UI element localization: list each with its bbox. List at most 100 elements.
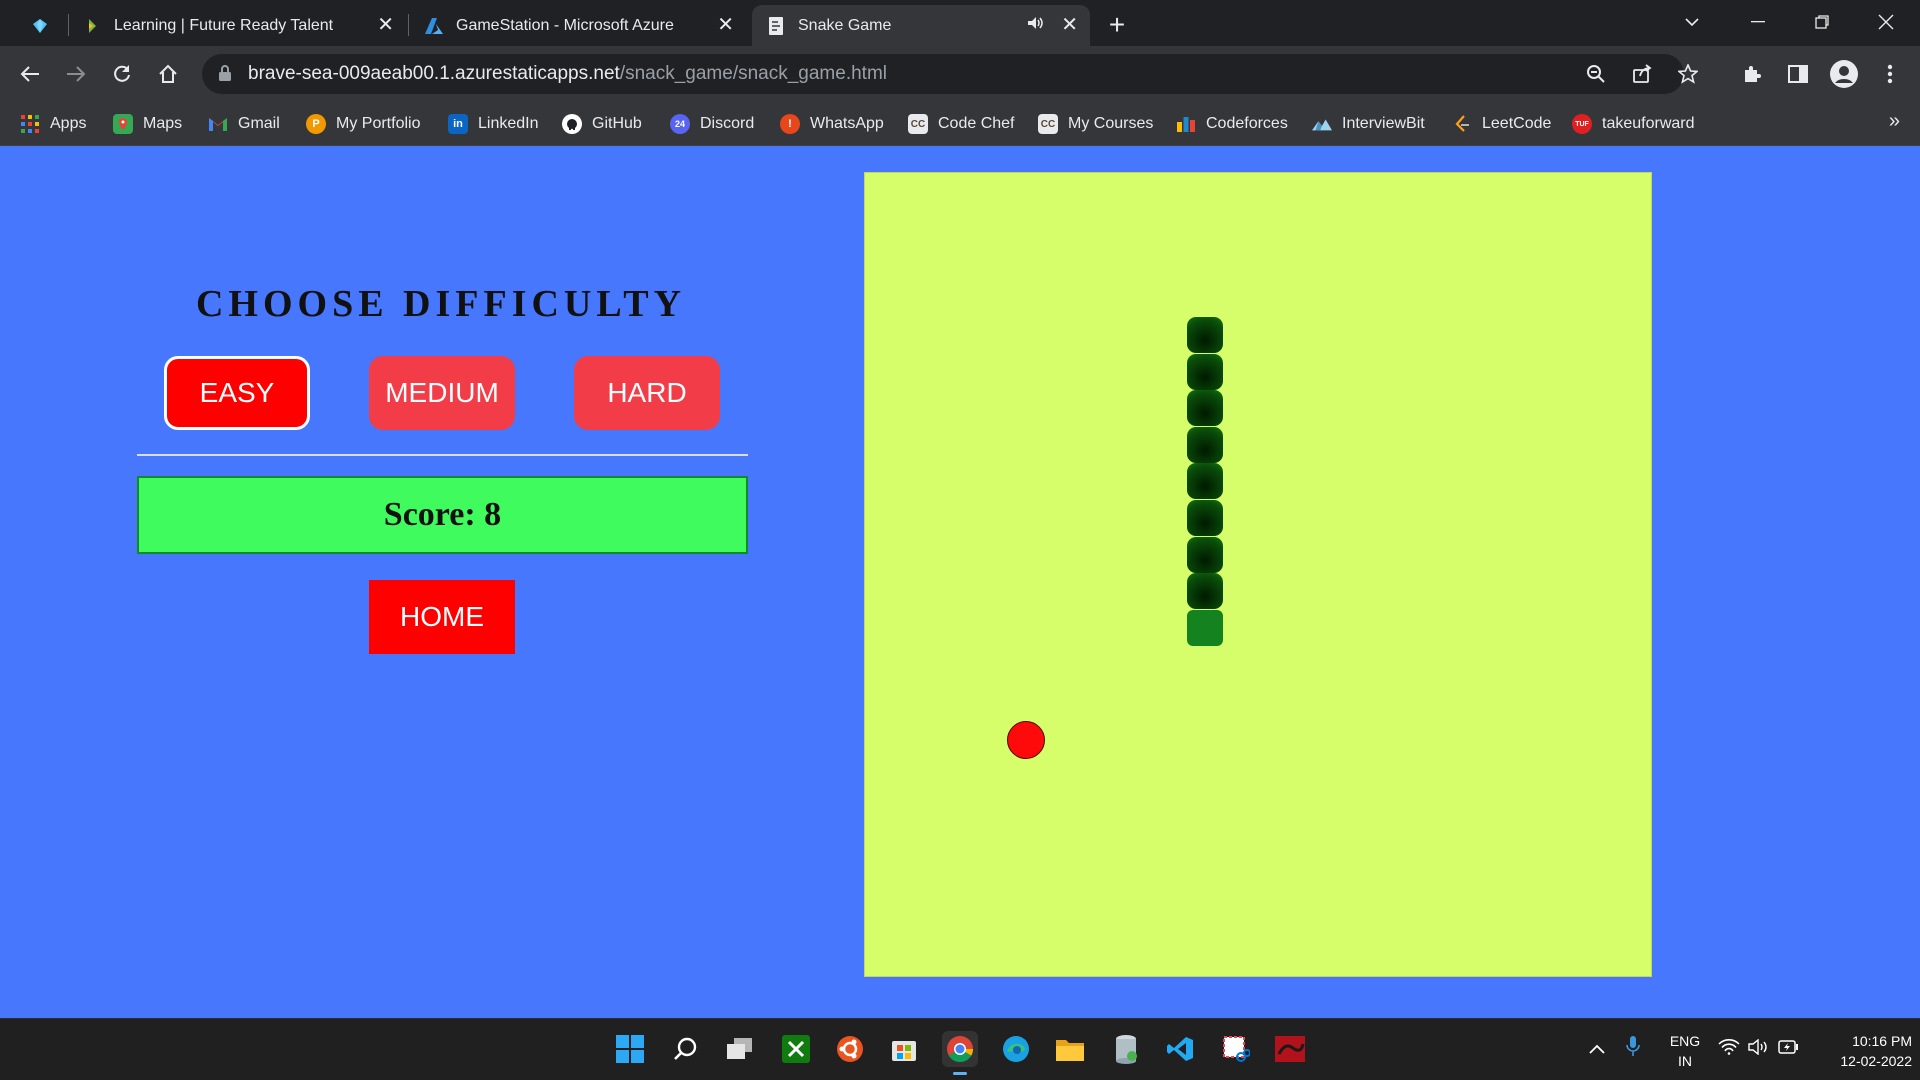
bookmark-discord[interactable]: 24 Discord xyxy=(670,112,754,136)
file-explorer-icon[interactable] xyxy=(1052,1031,1088,1067)
close-icon[interactable]: ✕ xyxy=(717,15,734,35)
app-icon[interactable] xyxy=(1272,1031,1308,1067)
snake-segment xyxy=(1187,609,1223,646)
bookmarks-overflow-icon[interactable]: » xyxy=(1889,110,1900,133)
codeforces-icon xyxy=(1176,114,1196,134)
forward-icon[interactable] xyxy=(60,58,92,90)
snake-segment xyxy=(1187,500,1223,536)
food-apple xyxy=(1007,721,1045,759)
diamond-icon xyxy=(30,16,50,36)
bookmark-linkedin[interactable]: in LinkedIn xyxy=(448,112,539,136)
minimize-icon[interactable] xyxy=(1728,0,1788,44)
bookmark-takeuforward[interactable]: TUF takeuforward xyxy=(1572,112,1695,136)
bookmark-leetcode[interactable]: LeetCode xyxy=(1452,112,1551,136)
snake-segment xyxy=(1187,353,1223,390)
tab-search-icon[interactable] xyxy=(1662,0,1722,44)
tray-overflow-icon[interactable] xyxy=(1588,1039,1606,1060)
language-text: ENG xyxy=(1669,1033,1701,1049)
notepad-icon[interactable] xyxy=(1108,1031,1144,1067)
bookmark-star-icon[interactable] xyxy=(1676,62,1700,86)
side-panel-icon[interactable] xyxy=(1782,58,1814,90)
medium-button[interactable]: MEDIUM xyxy=(369,356,515,430)
tab-snake-game[interactable]: Snake Game ✕ xyxy=(752,5,1090,46)
bookmark-my-courses[interactable]: CC My Courses xyxy=(1038,112,1153,136)
store-icon[interactable] xyxy=(886,1031,922,1067)
profile-avatar-icon[interactable] xyxy=(1828,58,1860,90)
apps-grid-icon xyxy=(20,114,40,134)
game-board[interactable] xyxy=(864,172,1652,977)
url-path: /snack_game/snack_game.html xyxy=(619,63,887,84)
xbox-icon[interactable] xyxy=(778,1031,814,1067)
bookmark-label: My Portfolio xyxy=(336,115,421,132)
linkedin-icon: in xyxy=(448,114,468,134)
restore-icon[interactable] xyxy=(1792,0,1852,44)
volume-icon[interactable] xyxy=(1748,1038,1770,1060)
bookmark-code-chef[interactable]: CC Code Chef xyxy=(908,112,1015,136)
bookmark-label: Maps xyxy=(143,115,183,132)
new-tab-button[interactable]: + xyxy=(1100,8,1134,42)
bookmark-my-portfolio[interactable]: P My Portfolio xyxy=(306,112,420,136)
time-text: 10:16 PM xyxy=(1852,1033,1912,1049)
bookmark-label: InterviewBit xyxy=(1342,115,1425,132)
bookmark-label: LinkedIn xyxy=(478,115,539,132)
windows-start-icon[interactable] xyxy=(612,1031,648,1067)
tab-pinned[interactable] xyxy=(14,5,66,46)
zoom-icon[interactable] xyxy=(1584,62,1608,86)
tab-learning[interactable]: Learning | Future Ready Talent ✕ xyxy=(72,5,406,46)
microphone-icon[interactable] xyxy=(1626,1035,1640,1062)
divider xyxy=(137,454,748,456)
bookmark-interviewbit[interactable]: InterviewBit xyxy=(1312,112,1425,136)
extensions-icon[interactable] xyxy=(1736,58,1768,90)
ubuntu-icon[interactable] xyxy=(832,1031,868,1067)
gmail-icon xyxy=(208,114,228,134)
tab-azure[interactable]: GameStation - Microsoft Azure ✕ xyxy=(412,5,746,46)
share-icon[interactable] xyxy=(1630,62,1654,86)
back-icon[interactable] xyxy=(14,58,46,90)
chrome-icon[interactable] xyxy=(942,1031,978,1075)
bookmark-apps[interactable]: Apps xyxy=(20,112,86,136)
bookmark-maps[interactable]: Maps xyxy=(113,112,182,136)
browser-toolbar: brave-sea-009aeab00.1.azurestaticapps.ne… xyxy=(0,46,1920,102)
clock[interactable]: 10:16 PM 12-02-2022 xyxy=(1808,1031,1912,1071)
edge-icon[interactable] xyxy=(998,1031,1034,1067)
battery-icon[interactable] xyxy=(1778,1039,1800,1060)
bookmark-gmail[interactable]: Gmail xyxy=(208,112,280,136)
lock-icon[interactable] xyxy=(218,64,234,84)
codechef-icon: CC xyxy=(908,114,928,134)
bookmark-label: GitHub xyxy=(592,115,642,132)
home-button[interactable]: HOME xyxy=(369,580,515,654)
task-view-icon[interactable] xyxy=(722,1031,758,1067)
bookmark-codeforces[interactable]: Codeforces xyxy=(1176,112,1288,136)
easy-button[interactable]: EASY xyxy=(164,356,310,430)
bookmark-label: Discord xyxy=(700,115,755,132)
vscode-icon[interactable] xyxy=(1162,1031,1198,1067)
bookmark-whatsapp[interactable]: ! WhatsApp xyxy=(780,112,884,136)
reload-icon[interactable] xyxy=(106,58,138,90)
region-text: IN xyxy=(1678,1053,1692,1069)
close-icon[interactable]: ✕ xyxy=(377,15,394,35)
url-host: brave-sea-009aeab00.1.azurestaticapps.ne… xyxy=(248,63,620,84)
home-icon[interactable] xyxy=(152,58,184,90)
url-text[interactable]: brave-sea-009aeab00.1.azurestaticapps.ne… xyxy=(248,63,887,85)
search-icon[interactable] xyxy=(668,1031,704,1067)
leetcode-icon xyxy=(1452,114,1472,134)
speaker-icon[interactable] xyxy=(1026,14,1044,37)
wifi-icon[interactable] xyxy=(1718,1039,1740,1060)
codechef-icon: CC xyxy=(1038,114,1058,134)
discord-icon: 24 xyxy=(670,114,690,134)
close-icon[interactable]: ✕ xyxy=(1061,15,1078,35)
window-close-icon[interactable] xyxy=(1856,0,1916,44)
bookmark-github[interactable]: GitHub xyxy=(562,112,642,136)
tuf-icon: TUF xyxy=(1572,114,1592,134)
snipping-tool-icon[interactable] xyxy=(1218,1031,1254,1067)
bookmarks-bar: Apps Maps Gmail P My Portfolio in Linked… xyxy=(0,102,1920,146)
snake-segment xyxy=(1187,573,1223,610)
address-bar[interactable]: brave-sea-009aeab00.1.azurestaticapps.ne… xyxy=(202,54,1698,94)
github-icon xyxy=(562,114,582,134)
menu-icon[interactable] xyxy=(1874,58,1906,90)
bookmark-label: My Courses xyxy=(1068,115,1154,132)
future-ready-icon xyxy=(82,16,102,36)
bookmark-label: takeuforward xyxy=(1602,115,1695,132)
hard-button[interactable]: HARD xyxy=(574,356,720,430)
language-indicator[interactable]: ENG IN xyxy=(1664,1031,1706,1071)
